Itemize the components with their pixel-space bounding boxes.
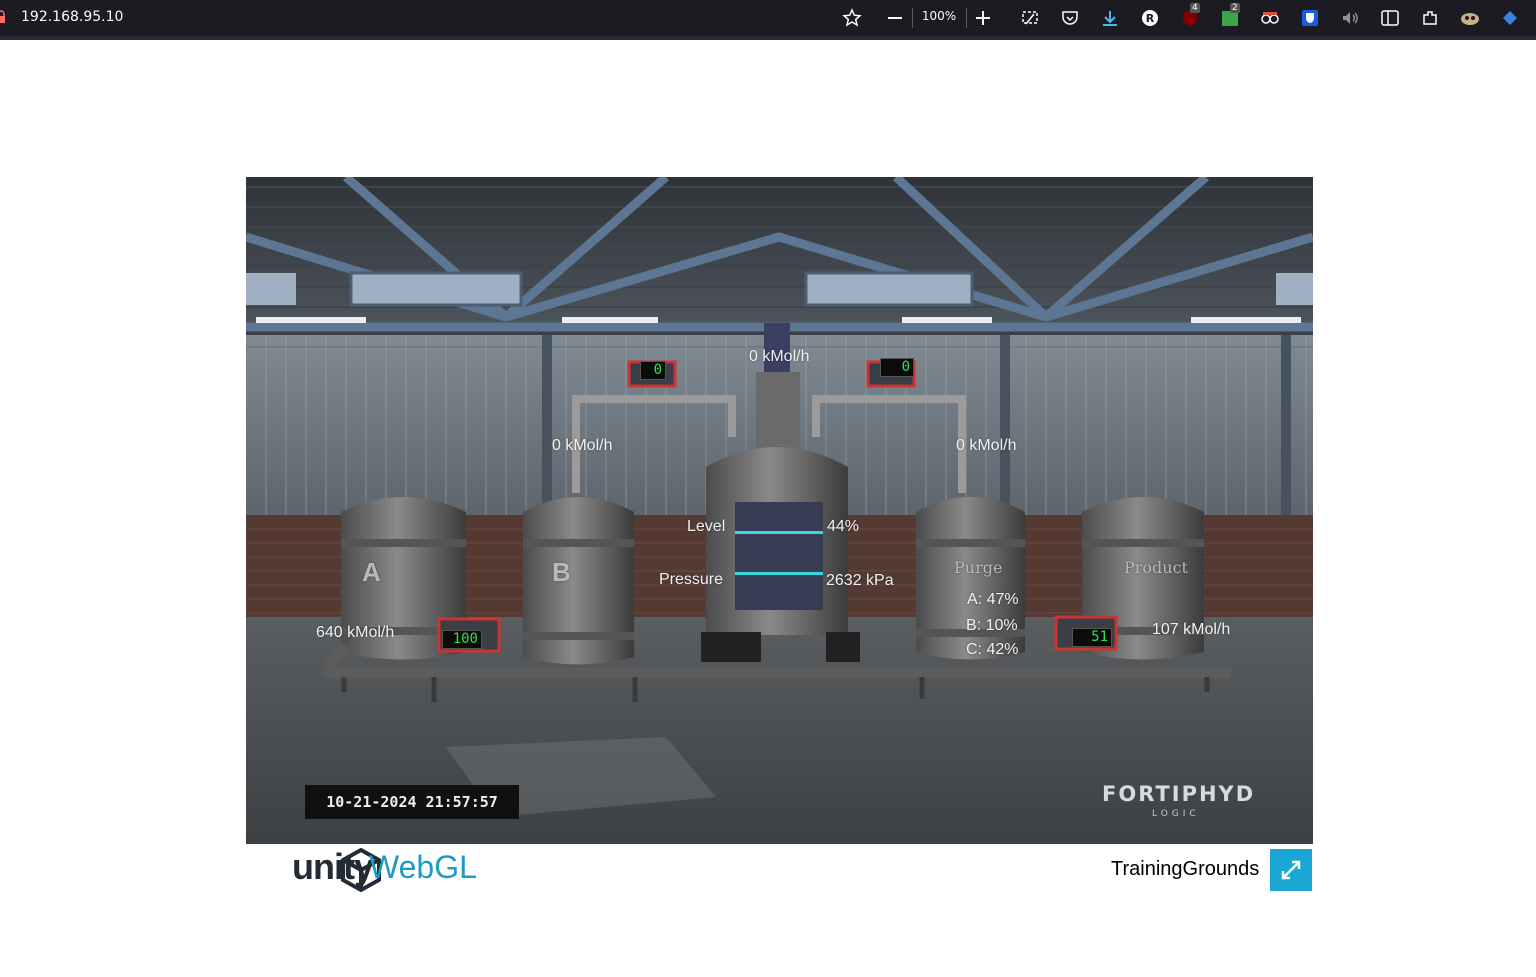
download-icon[interactable] bbox=[1099, 7, 1121, 29]
tank-a-label: A bbox=[362, 557, 381, 587]
privacy-badger-icon[interactable] bbox=[1259, 7, 1281, 29]
sidebar-icon[interactable] bbox=[1379, 7, 1401, 29]
unity-game-canvas[interactable]: A B Purge Product 0 0 100 51 0 kMol/h 0 … bbox=[246, 177, 1313, 844]
tank-purge-label: Purge bbox=[954, 558, 1003, 577]
flow-b-label: 0 kMol/h bbox=[552, 437, 613, 454]
toolbar-separator bbox=[912, 8, 913, 28]
valve-product-display[interactable]: 51 bbox=[1072, 628, 1112, 647]
toolbar-divider bbox=[0, 36, 1536, 40]
pocket-icon[interactable] bbox=[1059, 7, 1081, 29]
extensions-icon[interactable] bbox=[1419, 7, 1441, 29]
browser-toolbar: 192.168.95.10 100% R 4 2 bbox=[0, 0, 1536, 36]
flow-top-label: 0 kMol/h bbox=[749, 348, 810, 365]
r-extension-icon[interactable]: R bbox=[1139, 7, 1161, 29]
purge-composition-a: A: 47% bbox=[967, 591, 1019, 608]
fullscreen-button[interactable] bbox=[1270, 849, 1312, 891]
bitwarden-icon[interactable] bbox=[1299, 7, 1321, 29]
pressure-label: Pressure bbox=[659, 571, 724, 588]
pressure-bar bbox=[735, 572, 823, 575]
purge-composition-b: B: 10% bbox=[966, 617, 1018, 634]
blue-extension-icon[interactable] bbox=[1499, 7, 1521, 29]
warning-lock-icon bbox=[0, 10, 5, 23]
speaker-icon[interactable] bbox=[1339, 7, 1361, 29]
profile-extension-icon[interactable] bbox=[1459, 7, 1481, 29]
valve-left-top-display[interactable]: 0 bbox=[640, 361, 666, 380]
expand-icon bbox=[1281, 860, 1301, 880]
pressure-value: 2632 kPa bbox=[826, 572, 894, 589]
plant-scene bbox=[246, 177, 1313, 844]
bookmark-star-icon[interactable] bbox=[841, 7, 863, 29]
level-label: Level bbox=[687, 518, 726, 535]
zoom-out-icon[interactable] bbox=[884, 7, 906, 29]
ublock-badge: 4 bbox=[1190, 3, 1200, 13]
url-text[interactable]: 192.168.95.10 bbox=[21, 9, 123, 25]
flow-product-label: 107 kMol/h bbox=[1152, 621, 1231, 638]
webgl-wordmark: WebGL bbox=[369, 849, 477, 885]
flow-purge-label: 0 kMol/h bbox=[956, 437, 1017, 454]
unity-wordmark: unity bbox=[292, 846, 374, 887]
valve-right-top-display[interactable]: 0 bbox=[880, 358, 914, 377]
purge-composition-c: C: 42% bbox=[966, 641, 1019, 658]
zoom-level[interactable]: 100% bbox=[914, 9, 964, 23]
simulation-datetime: 10-21-2024 21:57:57 bbox=[305, 785, 519, 819]
fortiphyd-logo-sub: LOGIC bbox=[1152, 809, 1200, 819]
url-bar[interactable]: 192.168.95.10 bbox=[0, 0, 870, 36]
flow-a-label: 640 kMol/h bbox=[316, 624, 395, 641]
svg-text:R: R bbox=[1146, 12, 1155, 25]
level-value: 44% bbox=[827, 518, 860, 535]
green-ext-badge: 2 bbox=[1230, 3, 1240, 13]
valve-a-display[interactable]: 100 bbox=[442, 630, 482, 649]
fortiphyd-logo: FORTIPHYD bbox=[1102, 782, 1256, 806]
tank-b-label: B bbox=[552, 557, 571, 587]
screenshot-icon[interactable] bbox=[1019, 7, 1041, 29]
toolbar-separator bbox=[966, 8, 967, 28]
game-title: TrainingGrounds bbox=[1111, 858, 1260, 880]
zoom-in-icon[interactable] bbox=[972, 7, 994, 29]
level-bar bbox=[735, 531, 823, 534]
tank-product-label: Product bbox=[1124, 558, 1188, 577]
